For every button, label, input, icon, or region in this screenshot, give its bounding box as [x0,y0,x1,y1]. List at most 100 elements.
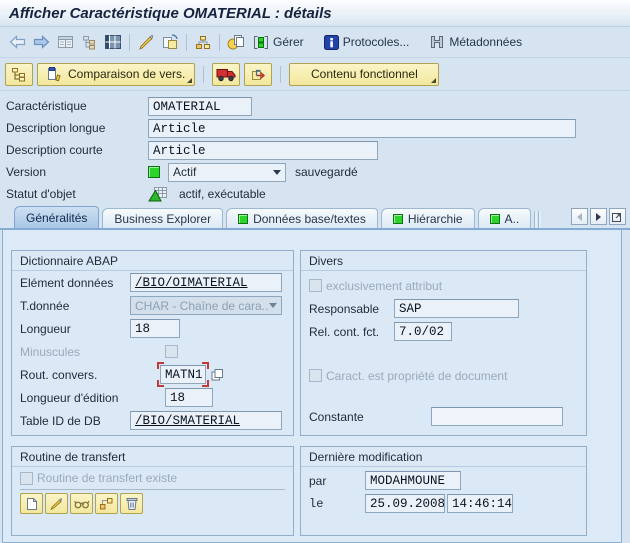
adopt-button[interactable] [158,30,182,54]
comparaison-label: Comparaison de vers. [68,67,185,81]
tab-strip: Généralités Business Explorer Données ba… [0,205,630,230]
caract-document-row: Caract. est propriété de document [301,364,586,387]
back-icon [8,34,27,50]
description-courte-field: Article [148,141,378,160]
element-donnees-label: Elément données [20,276,130,290]
constante-field [431,407,563,426]
version-row: Version Actif sauvegardé [6,161,630,183]
gerer-button[interactable]: Gérer [248,30,309,54]
tab-scroll-controls [571,208,626,225]
forward-button[interactable] [29,30,53,54]
toolbar-separator [186,34,187,51]
edit-routine-button[interactable] [45,493,68,514]
toolbar-separator [280,66,281,83]
detail-view-icon [57,35,74,49]
transport-arrow-icon [250,67,267,82]
copy-routine-button[interactable] [95,493,118,514]
group-title: Routine de transfert [12,447,293,467]
responsable-field: SAP [394,299,519,318]
responsable-row: Responsable SAP [301,297,586,320]
modif-date-field: 25.09.2008 [365,494,445,513]
comparaison-version-button[interactable]: Comparaison de vers. [37,63,195,86]
title-bar: Afficher Caractéristique OMATERIAL : dét… [0,0,630,27]
version-select[interactable]: Actif [168,163,286,182]
tree-view-button[interactable] [77,30,101,54]
tab-generalites[interactable]: Généralités [14,206,99,228]
rout-convers-field[interactable]: MATN1 [160,365,206,384]
create-page-icon [26,497,38,511]
tab-donnees-base-textes[interactable]: Données base/textes [226,208,378,228]
metadonnees-button[interactable]: Métadonnées [424,30,527,54]
routine-toolbar [12,490,293,517]
protocoles-button[interactable]: Protocoles... [319,30,415,54]
generalites-panel: Dictionnaire ABAP Elément données /BIO/O… [2,230,622,543]
detail-view-button[interactable] [53,30,77,54]
tab-label: Hiérarchie [408,212,463,226]
trash-icon [126,497,138,510]
element-donnees-row: Elément données /BIO/OIMATERIAL [12,271,293,294]
back-button[interactable] [5,30,29,54]
version-green-status-icon [148,166,160,178]
forward-icon [32,34,51,50]
display-change-button[interactable] [134,30,158,54]
delete-routine-button[interactable] [120,493,143,514]
hierarchy-display-button[interactable] [5,63,33,86]
version-selected-value: Actif [173,165,196,179]
table-id-field[interactable]: /BIO/SMATERIAL [130,411,282,430]
tab-business-explorer[interactable]: Business Explorer [102,208,223,228]
longueur-edition-label: Longueur d'édition [20,391,165,405]
chevron-down-icon [269,303,277,308]
hierarchy-button[interactable] [191,30,215,54]
tab-green-status-icon [490,214,500,224]
contenu-fonctionnel-button[interactable]: Contenu fonctionnel [289,63,439,86]
group-routine-transfert: Routine de transfert Routine de transfer… [11,446,294,536]
exclusivement-checkbox [309,279,322,292]
hierarchy-icon [195,35,211,50]
page-title: Afficher Caractéristique OMATERIAL : dét… [9,5,332,22]
multiple-selection-icon[interactable] [210,368,224,382]
pencil-icon [50,497,64,510]
modif-le-label: le [309,497,365,511]
transport-connection-button[interactable] [244,63,272,86]
hidden-tabs-stack [534,211,537,228]
version-status-text: sauvegardé [295,165,358,179]
tab-label: A.. [505,212,520,226]
minuscules-row: Minuscules [12,340,293,363]
statut-objet-value: actif, exécutable [179,187,266,201]
statut-objet-row: Statut d'objet actif, exécutable [6,183,630,205]
tab-scroll-left-button[interactable] [571,208,588,225]
tab-attributs-truncated[interactable]: A.. [478,208,532,228]
tab-label: Business Explorer [114,212,211,226]
create-routine-button[interactable] [20,493,43,514]
rout-convers-row: Rout. convers. MATN1 [12,363,293,386]
tab-hierarchie[interactable]: Hiérarchie [381,208,475,228]
toolbar-separator [129,34,130,51]
metadata-icon [429,35,445,49]
element-donnees-field[interactable]: /BIO/OIMATERIAL [130,273,282,292]
display-routine-button[interactable] [70,493,93,514]
triangle-left-icon [577,213,582,221]
grid-view-button[interactable] [101,30,125,54]
toolbar-separator [219,34,220,51]
rout-convers-label: Rout. convers. [20,368,157,382]
group-dictionnaire-abap: Dictionnaire ABAP Elément données /BIO/O… [11,250,294,436]
copy-button[interactable] [224,30,248,54]
compare-doc-icon [47,67,63,82]
chevron-down-icon [273,170,281,175]
sap-window: Afficher Caractéristique OMATERIAL : dét… [0,0,630,543]
longueur-field: 18 [130,319,180,338]
modif-par-label: par [309,474,365,488]
tab-overview-button[interactable] [609,208,626,225]
copy-pages-icon [227,34,245,50]
routine-existe-checkbox [20,472,33,485]
tab-scroll-right-button[interactable] [590,208,607,225]
constante-row: Constante [301,405,586,428]
table-id-label: Table ID de DB [20,414,130,428]
rel-cont-row: Rel. cont. fct. 7.0/02 [301,320,586,343]
transport-truck-button[interactable] [212,63,240,86]
t-donnee-label: T.donnée [20,299,130,313]
copy-adopt-icon [162,34,178,50]
caracteristique-field: OMATERIAL [148,97,252,116]
standard-toolbar: Gérer Protocoles... Métadonnées [0,27,630,58]
minuscules-label: Minuscules [20,345,165,359]
